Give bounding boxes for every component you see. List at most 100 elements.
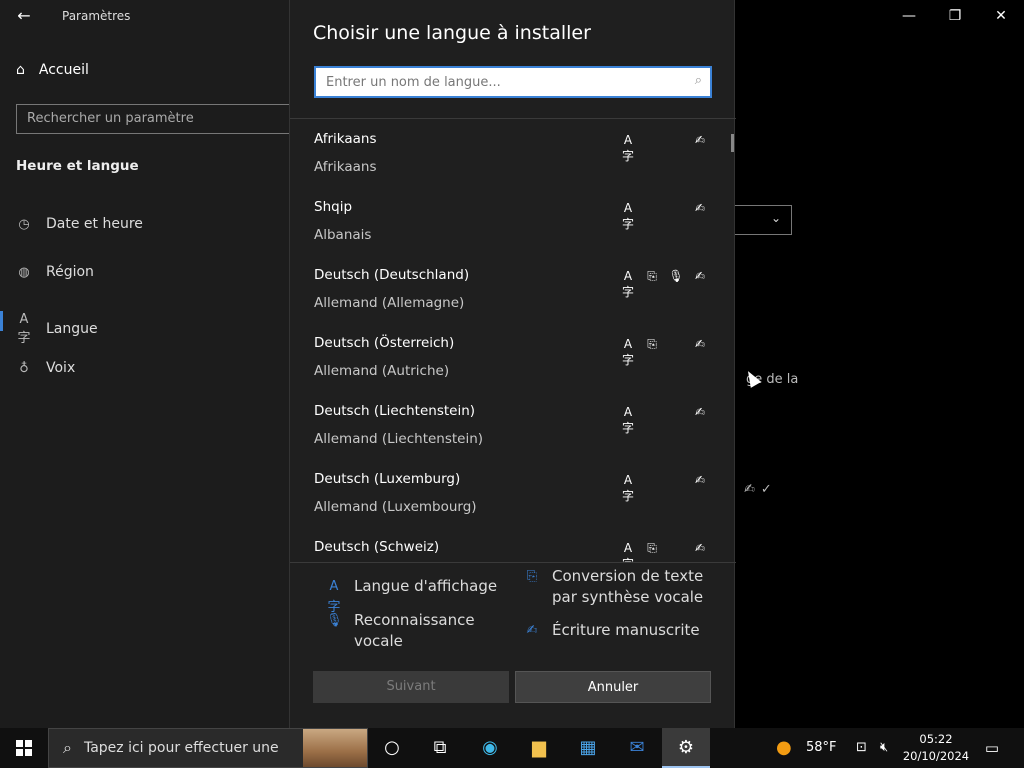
selected-indicator <box>0 311 3 331</box>
dialog-title: Choisir une langue à installer <box>313 22 591 44</box>
notification-icon[interactable]: ▭ <box>980 728 1004 768</box>
microphone-icon: 🎙︎ <box>668 269 684 283</box>
handwriting-icon: ✍ <box>694 541 706 555</box>
edge-browser-icon[interactable]: ◉ <box>466 728 514 768</box>
spellcheck-icon: ✓ <box>760 482 778 497</box>
sidebar-item-region[interactable]: ◍ Région <box>16 264 94 280</box>
search-icon[interactable]: ⌕ <box>695 73 702 88</box>
taskbar-search-placeholder: Tapez ici pour effectuer une <box>83 740 279 756</box>
legend-label: Reconnaissance vocale <box>354 610 475 652</box>
clock-time: 05:22 <box>919 732 953 746</box>
text-to-speech-icon: ⎘ <box>526 569 538 584</box>
cancel-button[interactable]: Annuler <box>515 671 711 703</box>
handwriting-icon: ✍ <box>694 133 706 147</box>
weather-sun-icon[interactable]: ● <box>776 728 792 768</box>
text-to-speech-icon: ⎘ <box>647 337 657 351</box>
windows-logo-icon <box>16 740 32 756</box>
taskbar-clock[interactable]: 05:22 20/10/2024 <box>900 731 972 765</box>
network-icon[interactable]: ⊡ <box>856 728 867 768</box>
legend-label: Conversion de texte par synthèse vocale <box>552 566 703 608</box>
language-name: Deutsch (Deutschland) <box>314 267 470 283</box>
list-item[interactable]: Deutsch (Schweiz) A字 ⎘ ✍ <box>290 529 736 562</box>
list-item[interactable]: Afrikaans Afrikaans A字 ✍ <box>290 121 736 189</box>
next-button[interactable]: Suivant <box>313 671 509 703</box>
close-icon[interactable]: ✕ <box>978 0 1024 32</box>
mail-icon[interactable]: ✉ <box>613 728 661 768</box>
settings-sidebar: ← Paramètres ⌂ Accueil Rechercher un par… <box>0 0 298 728</box>
legend-text-to-speech: ⎘ Conversion de texte par synthèse vocal… <box>524 566 703 608</box>
language-name: Deutsch (Liechtenstein) <box>314 403 476 419</box>
display-language-icon: A字 <box>621 133 634 163</box>
handwriting-icon: ✍ <box>694 405 706 419</box>
display-language-icon: A字 <box>621 473 634 503</box>
language-icon: A字 <box>17 312 31 346</box>
settings-gear-icon[interactable]: ⚙ <box>662 728 710 768</box>
language-name: Shqip <box>314 199 353 215</box>
taskbar-search-box[interactable]: ⌕ Tapez ici pour effectuer une <box>48 728 368 768</box>
start-button[interactable] <box>0 728 48 768</box>
minimize-icon[interactable]: — <box>886 0 932 32</box>
language-name: Deutsch (Österreich) <box>314 335 455 351</box>
sidebar-item-label: Région <box>46 264 94 280</box>
divider-bottom <box>290 562 736 563</box>
taskbar: ⌕ Tapez ici pour effectuer une ○ ⧉ ◉ ▆ ▦… <box>0 728 1024 768</box>
background-dropdown[interactable]: ⌄ <box>735 205 792 235</box>
list-item[interactable]: Deutsch (Deutschland) Allemand (Allemagn… <box>290 257 736 325</box>
clock-date: 20/10/2024 <box>902 749 970 763</box>
settings-search-placeholder: Rechercher un paramètre <box>27 111 194 126</box>
legend-handwriting: ✍ Écriture manuscrite <box>524 620 700 641</box>
sidebar-item-label: Langue <box>46 321 98 337</box>
sidebar-item-voice[interactable]: ♁ Voix <box>16 360 75 376</box>
cortana-icon[interactable]: ○ <box>368 728 416 768</box>
sidebar-item-date-time[interactable]: ◷ Date et heure <box>16 216 143 232</box>
language-translation: Afrikaans <box>314 159 377 175</box>
list-item[interactable]: Deutsch (Luxemburg) Allemand (Luxembourg… <box>290 461 736 529</box>
scrollbar-thumb[interactable] <box>731 134 734 152</box>
language-translation: Albanais <box>314 227 372 243</box>
back-arrow-icon[interactable]: ← <box>12 4 36 28</box>
legend-label-line: par synthèse vocale <box>552 588 704 606</box>
list-item[interactable]: Deutsch (Österreich) Allemand (Autriche)… <box>290 325 736 393</box>
globe-icon: ◍ <box>18 264 30 280</box>
language-name: Deutsch (Luxemburg) <box>314 471 461 487</box>
microphone-icon: ♁ <box>19 360 29 376</box>
nav-home-label: Accueil <box>38 62 89 78</box>
chevron-down-icon: ⌄ <box>770 211 781 225</box>
language-list[interactable]: Afrikaans Afrikaans A字 ✍ Shqip Albanais … <box>290 121 736 562</box>
restore-icon[interactable]: ❐ <box>932 0 978 32</box>
divider-top <box>290 118 736 119</box>
legend-label: Écriture manuscrite <box>552 621 700 639</box>
language-search-input[interactable] <box>316 68 676 96</box>
text-to-speech-icon: ⎘ <box>647 541 657 555</box>
microsoft-store-icon[interactable]: ▦ <box>564 728 612 768</box>
text-to-speech-icon: ⎘ <box>647 269 657 283</box>
volume-muted-icon[interactable]: 🔇︎ <box>880 728 888 768</box>
language-name: Deutsch (Schweiz) <box>314 539 440 555</box>
background-feature-icons: ✍✓ <box>744 482 778 497</box>
handwriting-icon: ✍ <box>694 201 706 215</box>
task-view-icon[interactable]: ⧉ <box>416 728 464 768</box>
language-translation: Allemand (Autriche) <box>314 363 450 379</box>
list-item[interactable]: Shqip Albanais A字 ✍ <box>290 189 736 257</box>
file-explorer-icon[interactable]: ▆ <box>515 728 563 768</box>
legend-label-line: Conversion de texte <box>552 567 704 585</box>
app-title: Paramètres <box>62 9 131 23</box>
choose-language-dialog: Choisir une langue à installer ⌕ Afrikaa… <box>289 0 736 728</box>
display-language-icon: A字 <box>621 337 634 367</box>
legend-label-line: Reconnaissance <box>354 611 475 629</box>
settings-search-input[interactable]: Rechercher un paramètre <box>16 104 298 134</box>
nav-home[interactable]: ⌂ Accueil <box>16 62 89 78</box>
search-icon: ⌕ <box>63 738 72 757</box>
language-search-box[interactable]: ⌕ <box>314 66 712 98</box>
display-language-icon: A字 <box>621 405 634 435</box>
temperature[interactable]: 58°F <box>806 728 837 768</box>
handwriting-icon: ✍ <box>744 482 761 497</box>
legend-label-line: vocale <box>354 632 403 650</box>
language-name: Afrikaans <box>314 131 377 147</box>
handwriting-icon: ✍ <box>526 623 538 638</box>
list-item[interactable]: Deutsch (Liechtenstein) Allemand (Liecht… <box>290 393 736 461</box>
language-translation: Allemand (Allemagne) <box>314 295 465 311</box>
handwriting-icon: ✍ <box>694 269 706 283</box>
calendar-clock-icon: ◷ <box>18 216 30 232</box>
sidebar-item-language[interactable]: A字 Langue <box>16 312 98 346</box>
